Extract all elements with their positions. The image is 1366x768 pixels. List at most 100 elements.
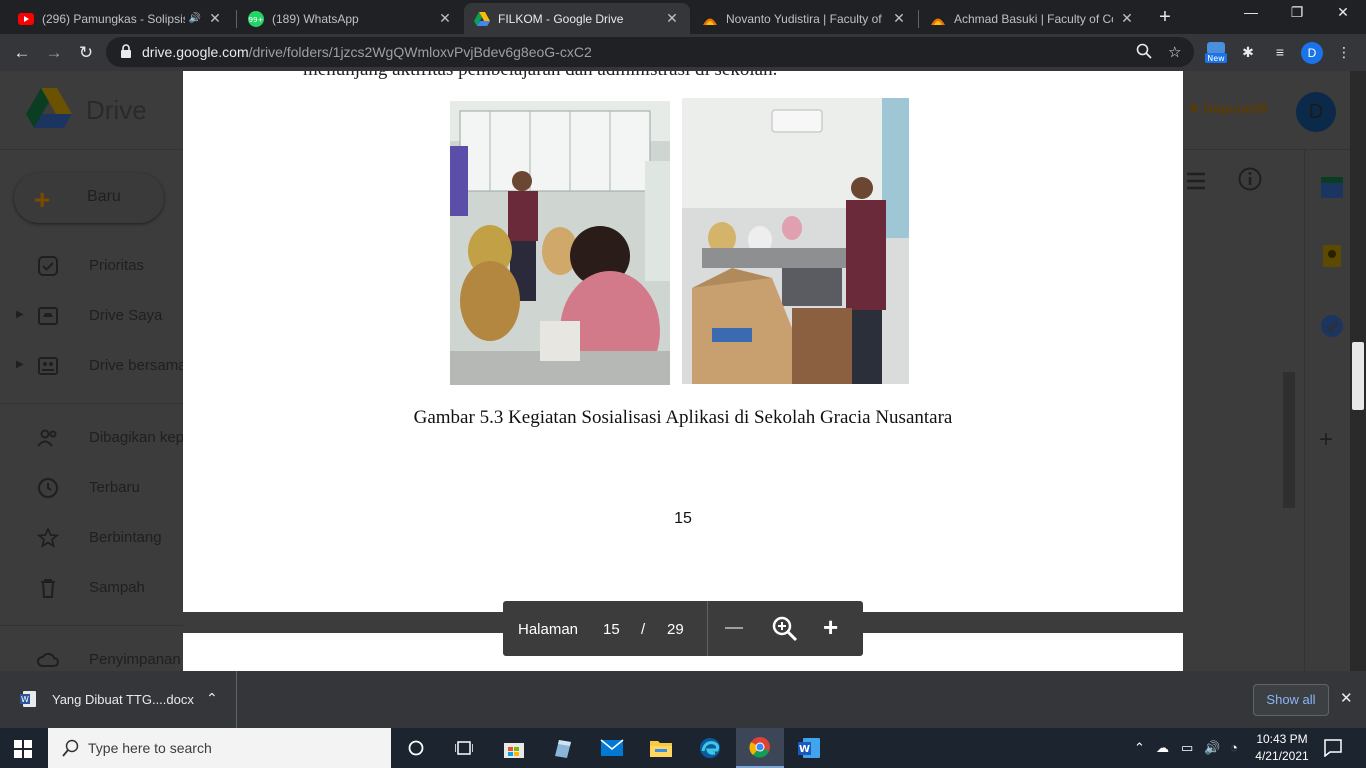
notes-app-icon[interactable] xyxy=(538,728,586,768)
zoom-magnifier-icon[interactable] xyxy=(771,615,799,643)
browser-toolbar: ← → ↻ drive.google.com/drive/folders/1jz… xyxy=(0,34,1366,71)
menu-kebab-icon[interactable]: ⋮ xyxy=(1332,40,1356,64)
sidebar-item-drive-bersama[interactable]: ▶ Drive bersama xyxy=(0,346,187,386)
lock-icon xyxy=(121,44,131,58)
word-app-icon[interactable]: W xyxy=(785,728,833,768)
close-icon[interactable]: ✕ xyxy=(1119,10,1135,27)
store-icon[interactable] xyxy=(490,728,538,768)
org-brand: ❖ GapuraUB xyxy=(1188,101,1268,117)
expand-arrow-icon[interactable]: ▶ xyxy=(16,359,24,370)
volume-icon[interactable]: 🔊 xyxy=(1204,740,1220,756)
sidebar-item-berbintang[interactable]: Berbintang xyxy=(0,518,183,558)
download-item[interactable]: W Yang Dibuat TTG....docx ⌃ xyxy=(0,671,237,728)
document-text-line: menunjang aktifitas pembelajaran dan adm… xyxy=(303,71,777,81)
tab-whatsapp[interactable]: 99+ (189) WhatsApp ✕ xyxy=(238,3,463,34)
tab-achmad[interactable]: Achmad Basuki | Faculty of Computer ✕ xyxy=(920,3,1145,34)
task-view-icon[interactable] xyxy=(440,728,488,768)
svg-text:New: New xyxy=(1207,54,1225,63)
address-bar[interactable]: drive.google.com/drive/folders/1jzcs2WgQ… xyxy=(106,37,1194,67)
sidebar-item-prioritas[interactable]: Prioritas xyxy=(0,246,183,286)
minimize-icon[interactable]: — xyxy=(1228,4,1274,20)
total-pages: 29 xyxy=(667,621,684,638)
sidebar-item-terbaru[interactable]: Terbaru xyxy=(0,468,183,508)
my-drive-icon xyxy=(38,307,58,325)
svg-text:W: W xyxy=(799,744,810,755)
svg-text:W: W xyxy=(21,695,29,704)
viewer-scrollbar-thumb[interactable] xyxy=(1352,342,1364,410)
org-brand-label: GapuraUB xyxy=(1203,101,1268,116)
sidebar-item-drive-saya[interactable]: ▶ Drive Saya xyxy=(0,296,183,336)
org-logo-icon: ❖ xyxy=(1188,101,1200,116)
onedrive-cloud-icon[interactable]: ☁ xyxy=(1156,740,1169,756)
close-icon[interactable]: ✕ xyxy=(207,10,223,27)
action-center-icon[interactable] xyxy=(1324,739,1342,757)
taskbar-clock[interactable]: 10:43 PM 4/21/2021 xyxy=(1252,731,1312,765)
cortana-circle-icon[interactable] xyxy=(392,728,440,768)
restore-icon[interactable]: ❐ xyxy=(1274,4,1320,21)
add-addon-plus-icon[interactable]: + xyxy=(1319,426,1333,454)
figure-caption: Gambar 5.3 Kegiatan Sosialisasi Aplikasi… xyxy=(413,407,953,428)
keep-icon[interactable] xyxy=(1319,243,1345,269)
battery-icon[interactable]: ▭ xyxy=(1181,740,1193,756)
sidebar-item-label: Drive Saya xyxy=(89,307,163,324)
sidebar-divider xyxy=(0,403,183,404)
close-icon[interactable]: ✕ xyxy=(664,10,680,27)
windows-taskbar: Type here to search W ⌃ ☁ ▭ 🔊 ◔ 10:43 PM… xyxy=(0,728,1366,768)
forward-arrow-icon[interactable]: → xyxy=(42,41,66,65)
back-arrow-icon[interactable]: ← xyxy=(10,41,34,65)
close-downloads-icon[interactable]: ✕ xyxy=(1340,689,1353,707)
list-view-icon[interactable] xyxy=(1183,168,1209,194)
chevron-up-icon[interactable]: ⌃ xyxy=(206,690,218,707)
sidebar-item-label: Sampah xyxy=(89,579,145,596)
extensions-puzzle-icon[interactable]: ✱ xyxy=(1236,40,1260,64)
tab-novanto[interactable]: Novanto Yudistira | Faculty of Computer … xyxy=(692,3,917,34)
word-document-icon: W xyxy=(20,691,36,707)
calendar-icon[interactable] xyxy=(1319,174,1345,200)
current-page-input[interactable]: 15 xyxy=(603,621,620,638)
sidebar-item-label: Terbaru xyxy=(89,479,140,496)
drive-list-scrollbar[interactable] xyxy=(1283,372,1295,508)
speaker-icon[interactable]: 🔊 xyxy=(189,13,201,24)
tray-chevron-up-icon[interactable]: ⌃ xyxy=(1134,740,1145,756)
new-extension-icon[interactable]: New xyxy=(1204,40,1228,64)
close-icon[interactable]: ✕ xyxy=(891,10,907,27)
window-close-icon[interactable]: ✕ xyxy=(1320,4,1366,21)
trash-icon xyxy=(41,579,55,598)
downloads-bar: W Yang Dibuat TTG....docx ⌃ Show all ✕ xyxy=(0,671,1366,728)
search-placeholder: Type here to search xyxy=(88,740,212,756)
account-avatar[interactable]: D xyxy=(1296,92,1336,132)
cloud-icon xyxy=(36,652,59,667)
file-explorer-icon[interactable] xyxy=(637,728,685,768)
zoom-in-plus-icon[interactable]: + xyxy=(823,614,838,640)
search-icon xyxy=(62,739,79,757)
document-page-number: 15 xyxy=(674,510,692,527)
sidebar-item-dibagikan[interactable]: Dibagikan kepada saya xyxy=(0,418,245,458)
close-icon[interactable]: ✕ xyxy=(437,10,453,27)
reload-icon[interactable]: ↻ xyxy=(74,41,98,65)
tab-youtube[interactable]: (296) Pamungkas - Solipsism 🔊 ✕ xyxy=(8,3,233,34)
drive-logo-icon xyxy=(26,88,72,128)
new-button[interactable]: + Baru xyxy=(14,173,164,223)
bookmark-star-icon[interactable]: ☆ xyxy=(1168,43,1181,61)
tab-google-drive[interactable]: FILKOM - Google Drive ✕ xyxy=(464,3,690,34)
expand-arrow-icon[interactable]: ▶ xyxy=(16,309,24,320)
tasks-icon[interactable] xyxy=(1319,313,1345,339)
show-all-button[interactable]: Show all xyxy=(1253,684,1329,716)
chrome-browser-icon[interactable] xyxy=(736,728,784,768)
sidebar-item-sampah[interactable]: Sampah xyxy=(0,568,183,608)
sidebar-item-label: Penyimpanan xyxy=(89,651,181,668)
new-tab-plus-icon[interactable]: + xyxy=(1154,6,1176,29)
windows-start-icon[interactable] xyxy=(14,740,32,758)
star-icon xyxy=(36,526,60,548)
taskbar-search-box[interactable]: Type here to search xyxy=(48,728,391,768)
document-photo-left xyxy=(450,101,670,385)
sidebar-item-label: Drive bersama xyxy=(89,357,187,374)
zoom-lens-icon[interactable] xyxy=(1136,43,1152,63)
wifi-icon[interactable]: ◔ xyxy=(1230,740,1238,755)
zoom-out-minus-icon[interactable] xyxy=(725,627,743,629)
media-queue-icon[interactable]: ≡ xyxy=(1268,40,1292,64)
profile-avatar[interactable]: D xyxy=(1301,42,1323,64)
mail-icon[interactable] xyxy=(588,728,636,768)
edge-browser-icon[interactable] xyxy=(686,728,734,768)
info-icon[interactable] xyxy=(1237,166,1263,192)
